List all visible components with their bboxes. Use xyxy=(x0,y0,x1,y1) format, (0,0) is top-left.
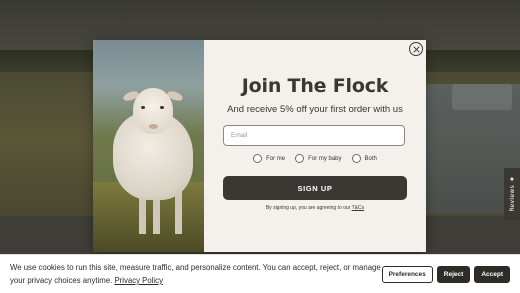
star-icon: ★ xyxy=(509,175,515,183)
radio-label: For my baby xyxy=(308,155,342,162)
background-boat xyxy=(452,84,512,110)
radio-both[interactable]: Both xyxy=(351,154,377,163)
audience-radio-group: For me For my baby Both xyxy=(204,154,426,163)
legal-text-label: By signing up, you are agreeing to our xyxy=(265,205,351,211)
radio-circle[interactable] xyxy=(253,154,263,163)
popup-subtitle: And receive 5% off your first order with… xyxy=(227,104,403,115)
sheep-image xyxy=(93,40,204,252)
radio-label: For me xyxy=(266,155,286,162)
radio-circle[interactable] xyxy=(351,154,361,163)
radio-for-me[interactable]: For me xyxy=(253,154,285,163)
newsletter-popup: Join The Flock And receive 5% off your f… xyxy=(93,40,426,252)
radio-label: Both xyxy=(364,155,377,162)
close-icon xyxy=(412,45,420,53)
radio-circle[interactable] xyxy=(295,154,305,163)
terms-link[interactable]: T&Cs xyxy=(352,205,365,211)
popup-title: Join The Flock xyxy=(241,75,389,97)
email-field[interactable] xyxy=(223,125,405,146)
cookie-banner: We use cookies to run this site, measure… xyxy=(0,254,520,293)
close-popup-button[interactable] xyxy=(409,42,423,56)
cookie-text: We use cookies to run this site, measure… xyxy=(10,261,390,287)
reject-button[interactable]: Reject xyxy=(436,266,471,283)
accept-button[interactable]: Accept xyxy=(474,266,510,283)
radio-for-my-baby[interactable]: For my baby xyxy=(295,154,342,163)
cookie-message: We use cookies to run this site, measure… xyxy=(10,263,381,285)
preferences-button[interactable]: Preferences xyxy=(381,266,433,283)
reviews-tab[interactable]: ★ Reviews xyxy=(504,168,520,220)
popup-content: Join The Flock And receive 5% off your f… xyxy=(204,40,426,252)
legal-text: By signing up, you are agreeing to our T… xyxy=(204,205,426,211)
reviews-tab-label: Reviews xyxy=(508,184,516,212)
sign-up-button[interactable]: SIGN UP xyxy=(223,176,407,200)
cookie-buttons: Preferences Reject Accept xyxy=(381,266,510,283)
privacy-policy-link[interactable]: Privacy Policy xyxy=(114,276,163,285)
